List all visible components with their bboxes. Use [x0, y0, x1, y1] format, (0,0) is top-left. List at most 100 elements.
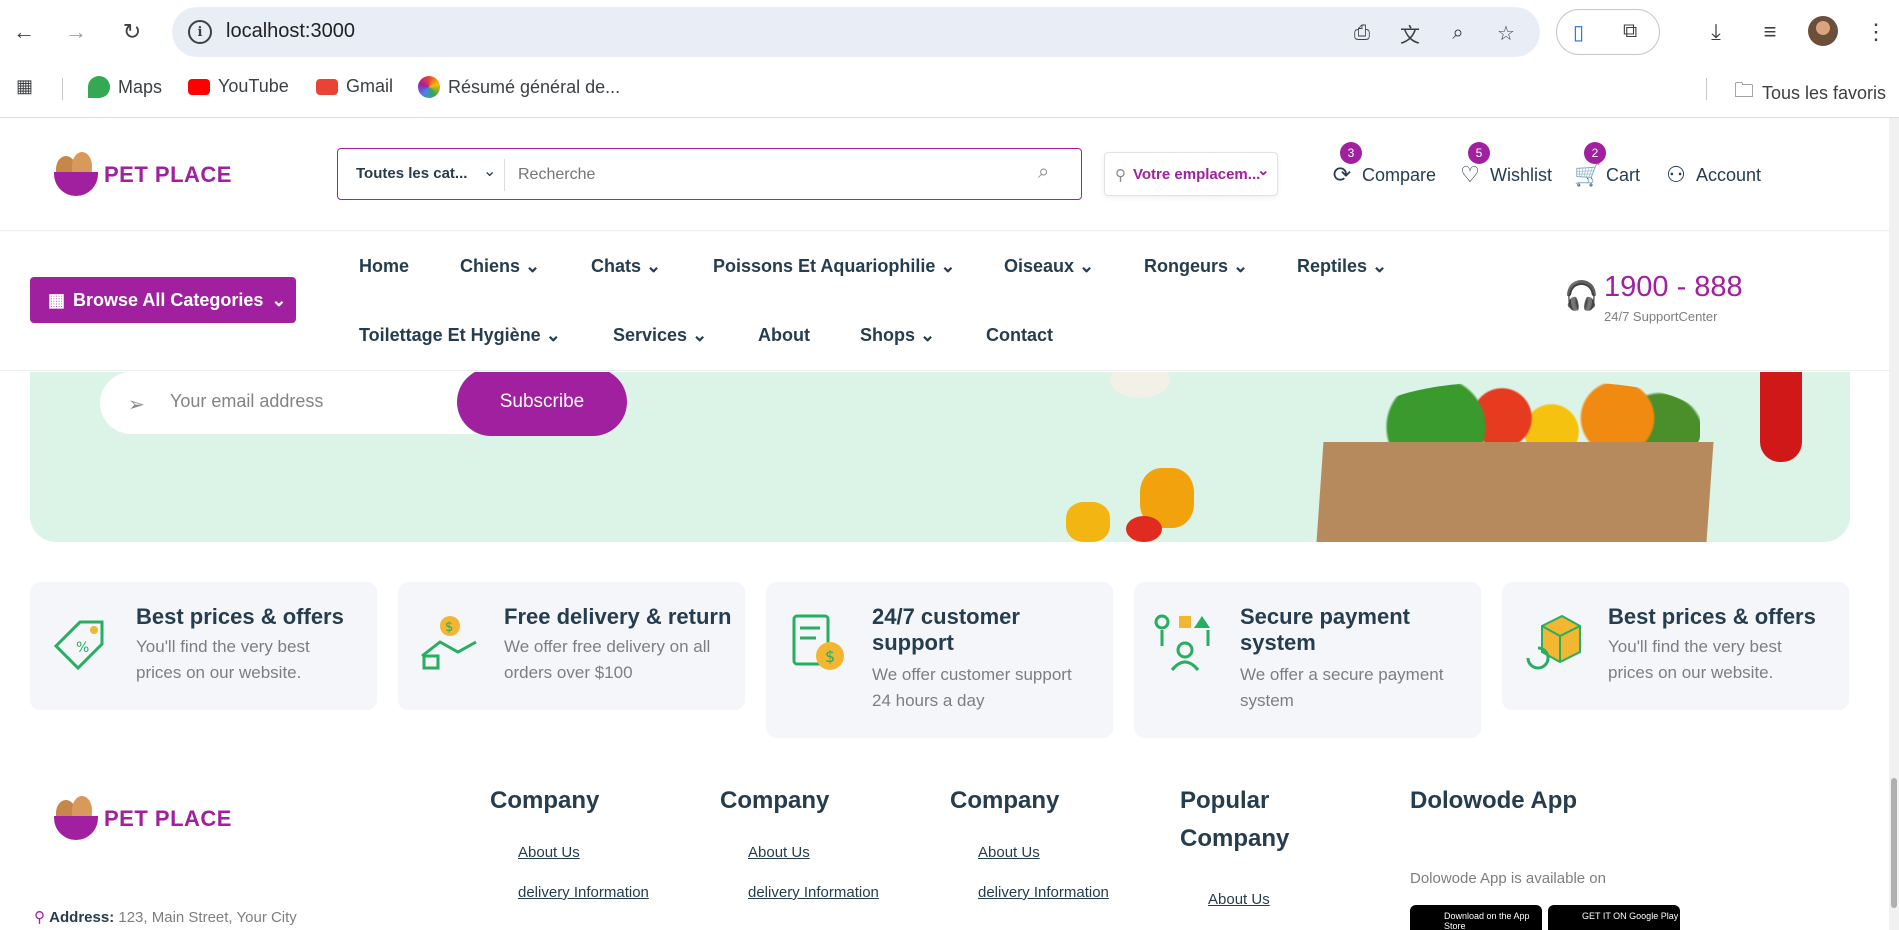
chevron-down-icon: ⌄ [271, 289, 287, 310]
bookmark-youtube[interactable]: YouTube [188, 76, 289, 97]
all-bookmarks[interactable]: 🗀 Tous les favoris [1734, 76, 1886, 110]
translate-icon[interactable]: 文 [1396, 19, 1424, 47]
footer-app-title: Dolowode App [1410, 787, 1578, 814]
nav-label: Oiseaux [1004, 256, 1075, 276]
footer-logo[interactable]: PET PLACE [52, 796, 232, 842]
footer-link[interactable]: delivery Information [748, 884, 879, 901]
invoice-dollar-icon: $ [792, 614, 844, 670]
search-icon[interactable]: ⌕ [1038, 161, 1049, 184]
main-navigation: ▦ Browse All Categories ⌄ Home Chiens ⌄ … [0, 231, 1889, 371]
email-input[interactable]: Your email address [170, 391, 323, 412]
feature-card: Secure payment system We offer a secure … [1134, 582, 1481, 738]
feature-card: $ Free delivery & return We offer free d… [398, 582, 745, 710]
app-store-badge[interactable]: Download on the App Store [1410, 905, 1542, 930]
browser-toolbar: ← → ↻ i localhost:3000 ⎙ 文 ⌕ ☆ ▯ ⧉ ⤓ ≡ ⋮ [0, 0, 1899, 64]
nav-chiens[interactable]: Chiens ⌄ [460, 256, 540, 277]
nav-oiseaux[interactable]: Oiseaux ⌄ [1004, 256, 1094, 277]
feature-desc: We offer a secure payment system [1240, 665, 1444, 711]
account-link[interactable]: ⚇ Account [1664, 162, 1761, 188]
vegetable-image [1110, 372, 1170, 398]
compare-link[interactable]: ⟳ 3 Compare [1330, 142, 1436, 188]
subscribe-button[interactable]: Subscribe [457, 372, 627, 436]
google-play-badge[interactable]: GET IT ON Google Play [1548, 905, 1680, 930]
account-label: Account [1696, 164, 1762, 185]
cart-link[interactable]: 🛒 2 Cart [1574, 142, 1640, 188]
feature-card: % Best prices & offers You'll find the v… [30, 582, 377, 710]
svg-text:$: $ [445, 620, 453, 635]
back-icon[interactable]: ← [6, 14, 42, 50]
site-logo[interactable]: PET PLACE [52, 152, 232, 198]
page-scrollbar[interactable] [1889, 118, 1899, 930]
phone-extension-icon[interactable]: ▯ [1573, 20, 1584, 45]
bookmark-label: YouTube [218, 76, 289, 96]
search-category-select[interactable]: Toutes les cat... [356, 165, 467, 182]
chevron-down-icon[interactable]: ⌄ [483, 161, 496, 181]
reload-icon[interactable]: ↻ [114, 14, 150, 50]
bookmark-gmail[interactable]: Gmail [316, 76, 393, 97]
headphones-icon: 🎧 [1564, 280, 1599, 311]
bookmark-resume[interactable]: Résumé général de... [418, 76, 620, 98]
browser-chrome: ← → ↻ i localhost:3000 ⎙ 文 ⌕ ☆ ▯ ⧉ ⤓ ≡ ⋮… [0, 0, 1899, 118]
footer-link[interactable]: About Us [978, 844, 1040, 861]
user-icon: ⚇ [1666, 162, 1686, 187]
search-divider [504, 159, 505, 191]
search-bar: Toutes les cat... ⌄ ⌕ [337, 148, 1082, 200]
footer-link[interactable]: delivery Information [978, 884, 1109, 901]
address-value: 123, Main Street, Your City [118, 909, 297, 926]
install-app-icon[interactable]: ⎙ [1348, 19, 1376, 47]
google-play-label: GET IT ON Google Play [1582, 911, 1679, 921]
footer-link[interactable]: About Us [518, 844, 580, 861]
zoom-icon[interactable]: ⌕ [1444, 19, 1472, 47]
footer-link[interactable]: About Us [748, 844, 810, 861]
scrollbar-thumb[interactable] [1891, 778, 1897, 908]
feature-desc: We offer free delivery on all orders ove… [504, 637, 711, 683]
payment-network-icon [1154, 614, 1210, 671]
forward-icon[interactable]: → [58, 14, 94, 50]
newsletter-banner: ➢ Your email address Subscribe [30, 372, 1850, 542]
feature-desc: We offer customer support 24 hours a day [872, 665, 1072, 711]
nav-poissons[interactable]: Poissons Et Aquariophilie ⌄ [713, 256, 955, 277]
footer-link[interactable]: delivery Information [518, 884, 649, 901]
menu-kebab-icon[interactable]: ⋮ [1860, 16, 1892, 48]
nav-label: Chats [591, 256, 642, 276]
nav-shops[interactable]: Shops ⌄ [860, 325, 935, 346]
cardboard-box-image [1316, 442, 1714, 542]
nav-about[interactable]: About [758, 325, 810, 346]
nav-contact[interactable]: Contact [986, 325, 1053, 346]
return-box-icon [1526, 614, 1581, 670]
nav-reptiles[interactable]: Reptiles ⌄ [1297, 256, 1387, 277]
bookmark-star-icon[interactable]: ☆ [1492, 19, 1520, 47]
cart-badge: 2 [1584, 142, 1606, 164]
price-tag-icon: % [53, 620, 104, 671]
nav-rongeurs[interactable]: Rongeurs ⌄ [1144, 256, 1248, 277]
chevron-down-icon: ⌄ [1257, 162, 1270, 179]
site-info-icon[interactable]: i [188, 20, 212, 44]
media-queue-icon[interactable]: ≡ [1754, 16, 1786, 48]
bookmark-maps[interactable]: Maps [88, 76, 162, 98]
download-icon[interactable]: ⤓ [1700, 16, 1732, 48]
footer-link[interactable]: About Us [1208, 891, 1270, 908]
bookmark-label: Résumé général de... [448, 76, 621, 97]
search-input[interactable] [518, 161, 998, 189]
browse-categories-button[interactable]: ▦ Browse All Categories ⌄ [30, 277, 296, 323]
grid-icon: ▦ [48, 289, 66, 310]
support-phone[interactable]: 1900 - 888 [1604, 271, 1743, 304]
wishlist-label: Wishlist [1490, 164, 1552, 185]
gmail-icon [316, 78, 338, 95]
apps-grid-icon[interactable]: ▦ [16, 76, 33, 97]
nav-label: Chiens [460, 256, 521, 276]
app-store-label: Download on the App Store [1444, 911, 1530, 930]
site-header: PET PLACE Toutes les cat... ⌄ ⌕ ⚲ Votre … [0, 118, 1889, 231]
location-select[interactable]: ⚲ Votre emplacem... ⌄ [1104, 152, 1278, 196]
profile-avatar[interactable] [1808, 16, 1838, 46]
address-url[interactable]: localhost:3000 [226, 20, 355, 43]
nav-toilettage[interactable]: Toilettage Et Hygiène ⌄ [359, 325, 561, 346]
wishlist-link[interactable]: ♡ 5 Wishlist [1458, 142, 1552, 188]
extensions-pill: ▯ ⧉ [1556, 9, 1660, 55]
nav-home[interactable]: Home [359, 256, 409, 277]
support-label: 24/7 SupportCenter [1604, 309, 1718, 324]
nav-chats[interactable]: Chats ⌄ [591, 256, 661, 277]
nav-services[interactable]: Services ⌄ [613, 325, 707, 346]
extensions-icon[interactable]: ⧉ [1623, 20, 1637, 43]
address-bar[interactable]: i localhost:3000 ⎙ 文 ⌕ ☆ [172, 7, 1540, 57]
